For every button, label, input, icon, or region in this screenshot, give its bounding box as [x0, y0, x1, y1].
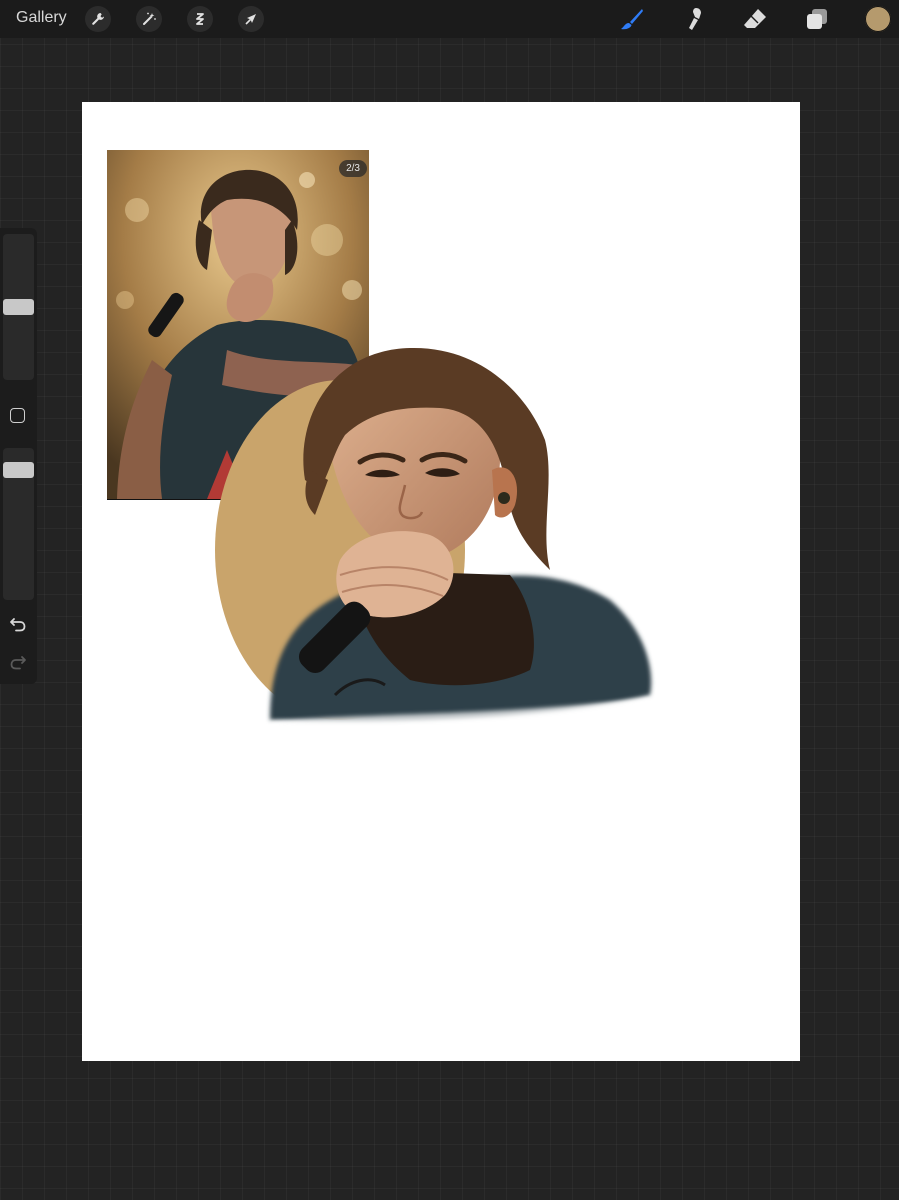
smudge-icon[interactable]: [680, 5, 708, 33]
transform-arrow-icon: [245, 14, 256, 25]
selection-icon: [196, 13, 204, 25]
top-toolbar: Gallery: [0, 0, 899, 38]
wrench-icon: [92, 13, 104, 25]
gallery-button[interactable]: Gallery: [16, 9, 67, 27]
undo-icon[interactable]: [8, 614, 28, 634]
layers-icon[interactable]: [803, 5, 831, 33]
color-picker-button[interactable]: [865, 6, 891, 32]
actions-button[interactable]: [85, 6, 111, 32]
selection-button[interactable]: [187, 6, 213, 32]
brush-size-slider-thumb[interactable]: [3, 299, 34, 315]
transform-button[interactable]: [238, 6, 264, 32]
eraser-icon[interactable]: [741, 5, 769, 33]
redo-icon[interactable]: [8, 652, 28, 672]
modify-button[interactable]: [10, 408, 25, 423]
brush-icon[interactable]: [618, 5, 646, 33]
adjustments-button[interactable]: [136, 6, 162, 32]
opacity-slider-thumb[interactable]: [3, 461, 34, 478]
magic-wand-icon: [143, 12, 156, 25]
digital-painting: [215, 347, 652, 730]
left-sidebar: [0, 228, 37, 684]
page-indicator-badge: 2/3: [339, 160, 367, 177]
